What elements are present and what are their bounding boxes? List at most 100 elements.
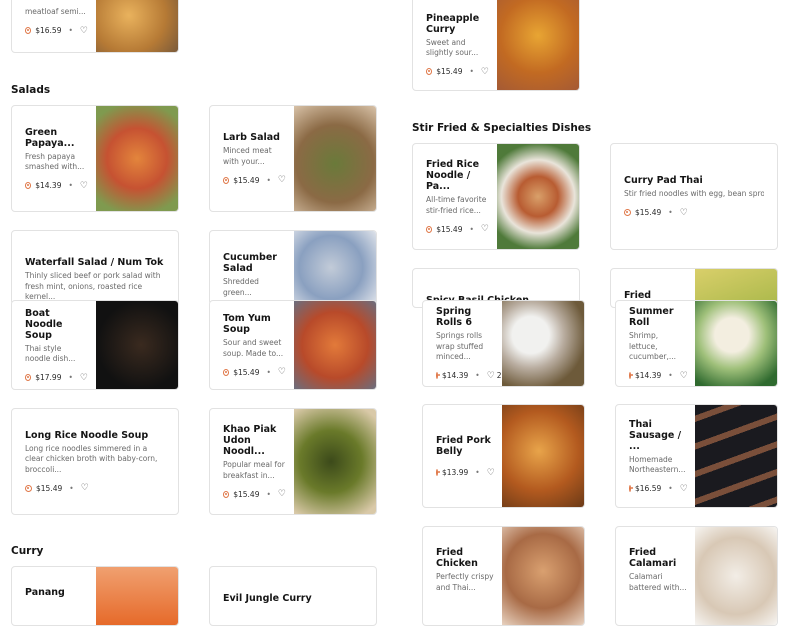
coin-icon: [629, 485, 634, 492]
coin-icon: [436, 469, 441, 476]
menu-item-card[interactable]: Summer Roll Shrimp, lettuce, cucumber,..…: [615, 300, 778, 387]
item-image: [96, 106, 178, 211]
item-description: meatloaf semi...: [25, 7, 86, 17]
item-price: $16.59: [635, 484, 662, 493]
item-title: Long Rice Noodle Soup: [25, 429, 149, 441]
item-title: Pineapple Curry: [426, 12, 480, 35]
coin-icon: [223, 490, 230, 498]
item-price: $14.39: [635, 371, 662, 381]
heart-icon[interactable]: ♡: [481, 224, 489, 234]
item-title: Fried Chicken: [436, 547, 478, 569]
coin-icon: [426, 225, 433, 233]
item-description: Shrimp, lettuce, cucumber,...: [629, 331, 677, 362]
menu-item-card[interactable]: Thai Sausage / ... Homemade Northeastern…: [615, 404, 778, 508]
heart-icon[interactable]: ♡: [81, 483, 89, 493]
item-image: [294, 301, 376, 389]
heart-icon[interactable]: ♡: [278, 175, 286, 185]
menu-item-card[interactable]: Curry Pad Thai Stir fried noodles with e…: [610, 143, 778, 250]
section-title-salads: Salads: [11, 84, 51, 96]
item-description: Springs rolls wrap stuffed minced...: [436, 331, 484, 362]
item-description: Sweet and slightly sour...: [426, 37, 479, 58]
item-title: Cucumber Salad: [223, 252, 277, 274]
heart-icon[interactable]: ♡: [680, 371, 688, 381]
item-price: $14.39: [35, 181, 62, 190]
like-count: 2: [496, 371, 502, 381]
section-title-curry: Curry: [11, 545, 44, 557]
item-image: [294, 409, 376, 514]
item-title: Green Papaya...: [25, 126, 75, 149]
item-description: Long rice noodles simmered in a clear ch…: [25, 443, 158, 474]
item-price: $15.49: [233, 175, 260, 185]
item-title: Khao Piak Udon Noodl...: [223, 424, 277, 457]
menu-item-card[interactable]: Spring Rolls 6 Springs rolls wrap stuffe…: [422, 300, 585, 387]
item-description: Thinly sliced beef or pork salad with fr…: [25, 271, 161, 301]
item-title: Boat Noodle Soup: [25, 307, 63, 341]
menu-item-card[interactable]: Fried Rice Noodle / Pa... All-time favor…: [412, 143, 580, 250]
item-title: Fried Calamari: [629, 547, 677, 569]
menu-item-card[interactable]: Tom Yum Soup Sour and sweet soup. Made t…: [209, 300, 377, 390]
menu-item-card[interactable]: Cucumber Salad Shredded green...: [209, 230, 377, 305]
heart-icon[interactable]: ♡: [80, 373, 88, 383]
item-image: [502, 527, 584, 625]
item-price: $15.49: [233, 367, 260, 377]
item-image: [502, 405, 584, 507]
coin-icon: [25, 182, 32, 189]
heart-icon[interactable]: ♡: [481, 67, 489, 77]
item-description: Thai style noodle dish...: [25, 343, 76, 364]
item-title: Summer Roll: [629, 306, 674, 329]
heart-icon[interactable]: ♡: [487, 371, 495, 381]
item-image: [695, 527, 777, 625]
item-image: [294, 231, 376, 304]
heart-icon[interactable]: ♡: [80, 181, 88, 191]
item-price: $14.39: [442, 371, 469, 381]
item-image: [497, 0, 579, 90]
item-price: $15.49: [635, 208, 662, 218]
item-title: Fried Pork Belly: [436, 434, 491, 457]
item-title: Tom Yum Soup: [223, 313, 271, 335]
coin-icon: [223, 368, 230, 376]
item-price: $15.49: [36, 483, 63, 493]
menu-item-card[interactable]: Long Rice Noodle Soup Long rice noodles …: [11, 408, 179, 515]
heart-icon[interactable]: ♡: [680, 208, 688, 218]
item-title: Larb Salad: [223, 132, 280, 143]
item-title: Waterfall Salad / Num Tok: [25, 257, 164, 268]
item-title: Fried Rice Noodle / Pa...: [426, 159, 480, 192]
item-description: Perfectly crispy and Thai...: [436, 572, 494, 592]
heart-icon[interactable]: ♡: [680, 484, 688, 494]
menu-item-card[interactable]: Panang: [11, 566, 179, 626]
coin-icon: [624, 209, 631, 217]
coin-icon: [25, 374, 32, 381]
menu-item-card[interactable]: Pineapple Curry Sweet and slightly sour.…: [412, 0, 580, 91]
menu-item-card[interactable]: Fried Chicken Perfectly crispy and Thai.…: [422, 526, 585, 626]
item-title: Thai Sausage / ...: [629, 418, 682, 452]
item-price: $15.49: [436, 224, 463, 234]
item-description: Homemade Northeastern...: [629, 454, 686, 475]
item-image: [96, 0, 178, 52]
menu-item-card[interactable]: Evil Jungle Curry: [209, 566, 377, 626]
menu-item-card[interactable]: Green Papaya... Fresh papaya smashed wit…: [11, 105, 179, 212]
heart-icon[interactable]: ♡: [278, 367, 286, 377]
menu-item-card[interactable]: Larb Salad Minced meat with your... $15.…: [209, 105, 377, 212]
item-image: [294, 106, 376, 211]
menu-item-card[interactable]: Fried Calamari Calamari battered with...: [615, 526, 778, 626]
item-image: [695, 301, 777, 386]
item-description: Stir fried noodles with egg, bean sprout…: [624, 189, 764, 199]
coin-icon: [223, 176, 230, 184]
heart-icon[interactable]: ♡: [487, 468, 495, 478]
menu-item-card[interactable]: meatloaf semi... $16.59 • ♡: [11, 0, 179, 53]
item-price: $15.49: [233, 489, 260, 499]
menu-item-card[interactable]: Boat Noodle Soup Thai style noodle dish.…: [11, 300, 179, 390]
heart-icon[interactable]: ♡: [80, 26, 88, 36]
menu-item-card[interactable]: Waterfall Salad / Num Tok Thinly sliced …: [11, 230, 179, 305]
item-title: Curry Pad Thai: [624, 175, 703, 187]
item-price: $13.99: [442, 468, 469, 477]
menu-item-card[interactable]: Khao Piak Udon Noodl... Popular meal for…: [209, 408, 377, 515]
heart-icon[interactable]: ♡: [278, 489, 286, 499]
coin-icon: [629, 372, 634, 380]
item-image: [497, 144, 579, 249]
item-description: Minced meat with your...: [223, 146, 272, 166]
item-image: [695, 405, 777, 507]
item-description: All-time favorite stir-fried rice...: [426, 195, 487, 215]
item-image: [96, 301, 178, 389]
menu-item-card[interactable]: Fried Pork Belly $13.99 • ♡: [422, 404, 585, 508]
